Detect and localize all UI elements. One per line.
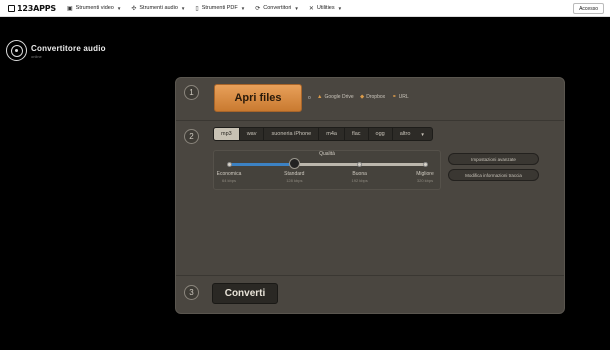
video-icon: ▣: [66, 5, 73, 12]
advanced-settings-button[interactable]: Impostazioni avanzate: [448, 153, 539, 165]
divider: [176, 275, 564, 276]
quality-level-kbps: 192 kbps: [351, 178, 368, 183]
step-2-number: 2: [184, 129, 199, 144]
format-tab-other[interactable]: altro ▼: [393, 128, 432, 140]
open-files-button[interactable]: Apri files: [214, 84, 302, 112]
main-nav: ▣ Strumenti video ▼ ✣ Strumenti audio ▼ …: [67, 5, 342, 12]
nav-converters-label: Convertitori: [263, 5, 292, 11]
chevron-down-icon: ▼: [116, 5, 122, 11]
format-tab-ogg[interactable]: ogg: [369, 128, 393, 140]
format-tabs: mp3 wav suoneria iPhone m4a flac ogg alt…: [213, 127, 433, 141]
google-drive-icon: ▲: [317, 94, 323, 100]
nav-utilities[interactable]: ✕ Utilities ▼: [309, 5, 342, 12]
nav-converters[interactable]: ⟳ Convertitori ▼: [255, 5, 299, 12]
login-button[interactable]: Accesso: [573, 3, 604, 14]
nav-video-label: Strumenti video: [75, 5, 114, 11]
chevron-down-icon: ▼: [240, 5, 246, 11]
quality-box: Qualità Economica 64 kbps Standard 128 k…: [213, 150, 441, 190]
chevron-down-icon: ▼: [337, 5, 343, 11]
quality-level-kbps: 64 kbps: [221, 178, 236, 183]
quality-slider-fill: [229, 163, 295, 166]
quality-slider-handle[interactable]: [288, 158, 300, 169]
google-drive-label: Google Drive: [324, 94, 354, 100]
nav-video-tools[interactable]: ▣ Strumenti video ▼: [67, 5, 121, 12]
google-drive-link[interactable]: ▲ Google Drive: [317, 94, 354, 100]
quality-level-label: Buona: [352, 171, 367, 177]
quality-level-kbps: 128 kbps: [286, 178, 303, 183]
dropbox-link[interactable]: ◆ Dropbox: [360, 94, 385, 100]
dropbox-label: Dropbox: [366, 94, 386, 100]
format-tab-mp3[interactable]: mp3: [214, 128, 240, 140]
quality-tick[interactable]: [357, 162, 363, 167]
nav-pdf-label: Strumenti PDF: [201, 5, 238, 11]
audio-converter-logo-icon: [6, 40, 27, 61]
pdf-icon: ▯: [195, 5, 199, 12]
nav-audio-label: Strumenti audio: [139, 5, 178, 11]
quality-tick[interactable]: [422, 162, 428, 167]
divider: [176, 120, 564, 121]
quality-title: Qualità: [319, 151, 335, 157]
site-logo[interactable]: 123APPS: [8, 4, 56, 13]
chevron-down-icon: ▼: [180, 5, 186, 11]
step-3-number: 3: [184, 285, 199, 300]
app-subtitle: online: [31, 54, 42, 59]
format-tab-wav[interactable]: wav: [240, 128, 265, 140]
quality-level-label: Economica: [216, 171, 242, 177]
nav-pdf-tools[interactable]: ▯ Strumenti PDF ▼: [195, 5, 245, 12]
step-1-number: 1: [184, 85, 199, 100]
quality-level-kbps: 320 kbps: [416, 178, 434, 183]
url-label: URL: [398, 94, 409, 100]
nav-utilities-label: Utilities: [316, 5, 335, 11]
chevron-down-icon: ▼: [420, 131, 425, 137]
tools-icon: ✕: [308, 5, 314, 12]
link-icon: ⚭: [392, 94, 397, 100]
audio-icon: ✣: [131, 5, 137, 12]
url-link[interactable]: ⚭ URL: [392, 94, 409, 100]
quality-tick[interactable]: [226, 162, 232, 167]
edit-track-info-button[interactable]: Modifica informazioni traccia: [448, 169, 539, 181]
quality-level-label: Migliore: [416, 171, 434, 177]
logo-text: 123APPS: [17, 3, 56, 13]
format-tab-iphone-ringtone[interactable]: suoneria iPhone: [264, 128, 320, 140]
convert-button[interactable]: Converti: [212, 283, 278, 304]
format-tab-flac[interactable]: flac: [345, 128, 369, 140]
convert-icon: ⟳: [255, 5, 261, 12]
quality-level-label: Standard: [284, 171, 305, 177]
or-label: o: [308, 95, 311, 101]
format-tab-m4a[interactable]: m4a: [319, 128, 345, 140]
chevron-down-icon: ▼: [294, 5, 299, 11]
format-tab-other-label: altro: [399, 131, 411, 137]
converter-panel: 1 Apri files o ▲ Google Drive ◆ Dropbox …: [175, 77, 565, 314]
top-navbar: 123APPS ▣ Strumenti video ▼ ✣ Strumenti …: [0, 0, 610, 17]
app-title: Convertitore audio: [31, 44, 106, 53]
logo-mark-icon: [8, 4, 15, 12]
nav-audio-tools[interactable]: ✣ Strumenti audio ▼: [131, 5, 185, 12]
dropbox-icon: ◆: [360, 94, 365, 100]
